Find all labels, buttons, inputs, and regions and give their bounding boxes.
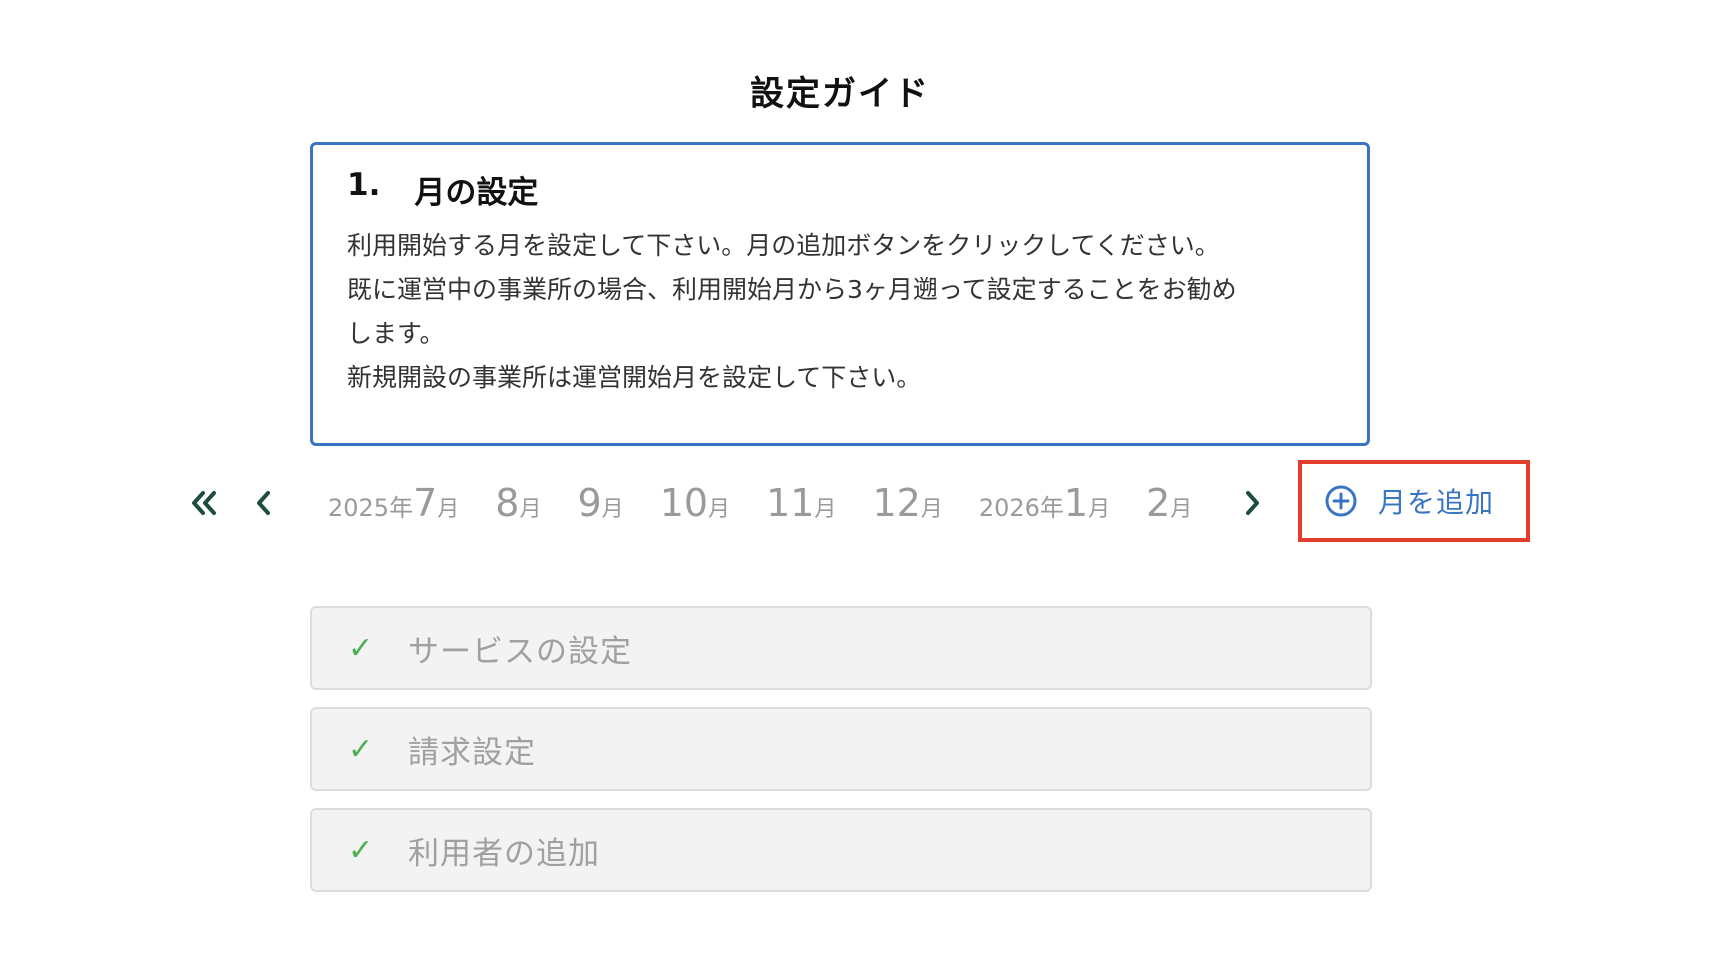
guide-heading-text: 月の設定 [414,175,539,211]
month-unit: 月 [920,497,943,522]
guide-number: 1. [347,167,381,203]
nav-left-group [180,479,288,527]
month-year: 2026年 [978,494,1064,522]
month-number: 8 [495,481,520,525]
add-month-label: 月を追加 [1378,486,1495,519]
month-list: 2025年7月 8月 9月 10月 11月 12月 2026年1月 2月 [328,481,1192,525]
page-title: 設定ガイド [750,74,930,114]
month-item[interactable]: 2025年7月 [328,481,459,525]
step-label: サービスの設定 [408,633,632,670]
month-number: 7 [413,481,438,525]
month-item[interactable]: 12月 [872,481,942,525]
first-page-button[interactable] [180,479,228,527]
month-unit: 月 [814,497,837,522]
step-item[interactable]: ✓ サービスの設定 [310,606,1372,690]
month-item[interactable]: 9月 [577,481,623,525]
guide-heading: 1. 月の設定 [347,167,1333,212]
month-navigator: 2025年7月 8月 9月 10月 11月 12月 2026年1月 2月 [180,468,1325,538]
step-item[interactable]: ✓ 請求設定 [310,707,1372,791]
month-number: 11 [766,481,815,525]
step-label: 請求設定 [408,734,536,771]
month-item[interactable]: 2月 [1146,481,1192,525]
add-month-button[interactable]: 月を追加 [1298,460,1530,542]
month-unit: 月 [519,497,542,522]
check-icon: ✓ [348,832,374,868]
step-label: 利用者の追加 [408,835,600,872]
double-chevron-left-icon [192,491,216,515]
guide-line: 新規開設の事業所は運営開始月を設定して下さい。 [347,363,922,392]
guide-box: 1. 月の設定 利用開始する月を設定して下さい。月の追加ボタンをクリックしてくだ… [310,142,1370,446]
month-unit: 月 [1170,497,1193,522]
page: 設定ガイド 1. 月の設定 利用開始する月を設定して下さい。月の追加ボタンをクリ… [0,0,1726,971]
step-list: ✓ サービスの設定 ✓ 請求設定 ✓ 利用者の追加 [310,606,1372,909]
month-year: 2025年 [328,494,414,522]
month-item[interactable]: 11月 [766,481,836,525]
month-number: 10 [659,481,709,525]
guide-line: 既に運営中の事業所の場合、利用開始月から3ヶ月遡って設定することをお勧め [347,275,1237,304]
month-number: 1 [1063,481,1089,525]
guide-line: します。 [347,319,445,348]
month-number: 9 [577,481,602,525]
month-unit: 月 [708,497,731,522]
guide-line: 利用開始する月を設定して下さい。月の追加ボタンをクリックしてください。 [347,231,1220,260]
previous-button[interactable] [240,479,288,527]
plus-circle-icon [1325,485,1357,517]
month-item[interactable]: 10月 [660,481,730,525]
chevron-right-icon [1246,491,1260,515]
step-item[interactable]: ✓ 利用者の追加 [310,808,1372,892]
month-unit: 月 [437,497,460,522]
check-icon: ✓ [348,630,374,666]
next-button[interactable] [1228,479,1276,527]
month-unit: 月 [1088,497,1111,522]
month-unit: 月 [601,497,624,522]
month-item[interactable]: 8月 [495,481,541,525]
check-icon: ✓ [348,731,374,767]
month-number: 12 [872,481,921,525]
month-item[interactable]: 2026年1月 [979,481,1110,525]
chevron-left-icon [257,491,270,515]
month-number: 2 [1146,481,1171,525]
